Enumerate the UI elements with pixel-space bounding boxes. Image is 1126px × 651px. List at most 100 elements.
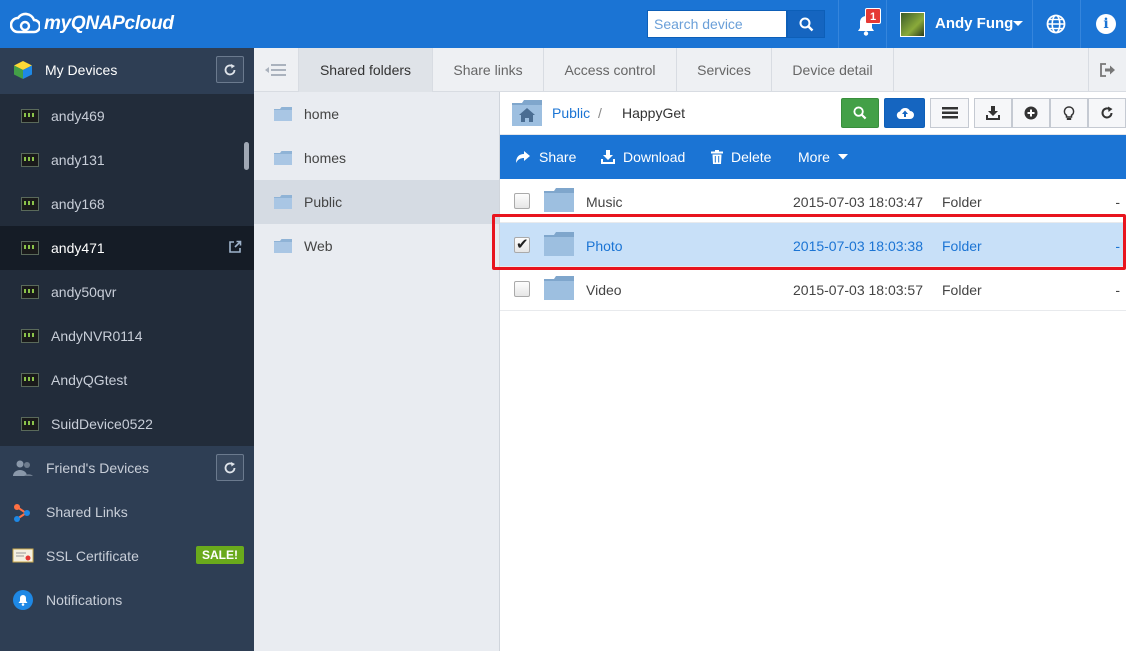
view-mode-button[interactable]	[930, 98, 969, 128]
plus-circle-icon	[1024, 106, 1038, 120]
avatar[interactable]	[900, 12, 925, 37]
refresh-devices-button[interactable]	[216, 56, 244, 83]
more-menu-button[interactable]: More	[798, 149, 856, 165]
refresh-icon	[1101, 106, 1113, 119]
download-label: Download	[623, 149, 686, 165]
file-name[interactable]: Photo	[586, 238, 623, 254]
tab-access-control[interactable]: Access control	[544, 48, 677, 92]
table-row[interactable]: Music 2015-07-03 18:03:47 Folder -	[500, 179, 1126, 223]
breadcrumb-root-link[interactable]: Public	[552, 105, 590, 121]
globe-icon[interactable]	[1046, 14, 1066, 34]
device-item[interactable]: andy131	[0, 138, 254, 182]
device-name: andy469	[51, 108, 105, 124]
download-button[interactable]	[974, 98, 1012, 128]
sidebar-item-ssl-certificate[interactable]: SSL Certificate SALE!	[0, 534, 254, 578]
nas-device-icon	[21, 241, 39, 255]
certificate-icon	[12, 548, 34, 563]
device-list-scrollbar[interactable]	[244, 142, 249, 170]
folder-name: homes	[304, 150, 347, 166]
breadcrumb: Public / HappyGet	[500, 92, 1126, 135]
info-icon[interactable]: i	[1096, 14, 1116, 34]
tab-shared-folders[interactable]: Shared folders	[299, 48, 433, 92]
search-button[interactable]	[787, 10, 825, 38]
folder-item-home[interactable]: home	[254, 92, 499, 136]
sidebar-item-friends-devices[interactable]: Friend's Devices	[0, 446, 254, 490]
file-type: Folder	[942, 238, 982, 254]
search-icon	[853, 106, 867, 120]
device-item[interactable]: AndyQGtest	[0, 358, 254, 402]
row-checkbox[interactable]	[514, 235, 530, 253]
user-name[interactable]: Andy Fung	[935, 15, 1013, 32]
device-item-active[interactable]: andy471	[0, 226, 254, 270]
external-link-icon[interactable]	[228, 240, 242, 254]
logo[interactable]: myQNAPcloud	[10, 12, 174, 36]
download-action-button[interactable]: Download	[601, 149, 685, 165]
sidebar-item-my-devices[interactable]: My Devices	[0, 48, 254, 92]
row-checkbox[interactable]	[514, 193, 530, 209]
lightbulb-icon	[1063, 105, 1075, 120]
refresh-icon	[224, 63, 236, 75]
search-files-button[interactable]	[841, 98, 879, 128]
nas-device-icon	[21, 153, 39, 167]
tab-device-detail[interactable]: Device detail	[772, 48, 894, 92]
file-name[interactable]: Music	[586, 194, 623, 210]
device-item[interactable]: andy469	[0, 94, 254, 138]
nas-device-icon	[21, 285, 39, 299]
refresh-friends-button[interactable]	[216, 454, 244, 481]
search-device-input[interactable]	[647, 10, 787, 38]
sidebar-item-label: Friend's Devices	[46, 460, 150, 476]
folder-icon	[274, 151, 292, 165]
table-row-selected[interactable]: Photo 2015-07-03 18:03:38 Folder -	[500, 223, 1126, 267]
file-name[interactable]: Video	[586, 282, 622, 298]
home-folder-icon[interactable]	[512, 100, 542, 126]
delete-button[interactable]: Delete	[711, 149, 771, 165]
folder-icon	[544, 188, 574, 212]
top-header: myQNAPcloud 1 Andy Fung i	[0, 0, 1126, 48]
add-button[interactable]	[1012, 98, 1050, 128]
sale-badge[interactable]: SALE!	[196, 546, 244, 564]
file-date: 2015-07-03 18:03:38	[793, 238, 923, 254]
list-collapse-icon	[265, 64, 286, 76]
sidebar: My Devices andy469 andy131 andy168 andy4…	[0, 48, 254, 651]
device-name: SuidDevice0522	[51, 416, 153, 432]
device-item[interactable]: andy50qvr	[0, 270, 254, 314]
refresh-icon	[224, 461, 236, 473]
exit-button[interactable]	[1088, 48, 1126, 92]
list-view-icon	[941, 107, 958, 119]
refresh-button[interactable]	[1088, 98, 1126, 128]
sidebar-item-label: SSL Certificate	[46, 548, 139, 564]
nas-device-icon	[21, 373, 39, 387]
tab-share-links[interactable]: Share links	[433, 48, 544, 92]
device-item[interactable]: SuidDevice0522	[0, 402, 254, 446]
share-arrow-icon	[516, 150, 530, 163]
folder-item-homes[interactable]: homes	[254, 136, 499, 180]
cloud-logo-icon	[10, 12, 40, 34]
folder-name: Public	[304, 194, 343, 210]
folder-item-web[interactable]: Web	[254, 224, 499, 268]
sidebar-item-shared-links[interactable]: Shared Links	[0, 490, 254, 534]
header-divider	[1032, 0, 1033, 48]
file-type: Folder	[942, 194, 982, 210]
more-label: More	[798, 149, 830, 165]
collapse-panel-button[interactable]	[254, 48, 299, 92]
file-action-bar: Share Download Delete More	[500, 135, 1126, 179]
header-divider	[838, 0, 839, 48]
upload-button[interactable]	[884, 98, 925, 128]
sidebar-item-notifications[interactable]: Notifications	[0, 578, 254, 622]
folder-icon	[544, 232, 574, 256]
row-checkbox[interactable]	[514, 281, 530, 297]
folder-item-public[interactable]: Public	[254, 180, 499, 224]
share-label: Share	[539, 149, 577, 165]
file-size: -	[1115, 194, 1120, 210]
nas-device-icon	[21, 329, 39, 343]
table-row[interactable]: Video 2015-07-03 18:03:57 Folder -	[500, 267, 1126, 311]
notification-bell-icon	[13, 590, 33, 610]
tips-button[interactable]	[1050, 98, 1088, 128]
chevron-down-icon[interactable]	[1013, 21, 1023, 26]
device-item[interactable]: AndyNVR0114	[0, 314, 254, 358]
share-button[interactable]: Share	[515, 149, 576, 165]
delete-label: Delete	[731, 149, 772, 165]
tab-services[interactable]: Services	[677, 48, 772, 92]
device-item[interactable]: andy168	[0, 182, 254, 226]
breadcrumb-separator: /	[598, 105, 602, 121]
